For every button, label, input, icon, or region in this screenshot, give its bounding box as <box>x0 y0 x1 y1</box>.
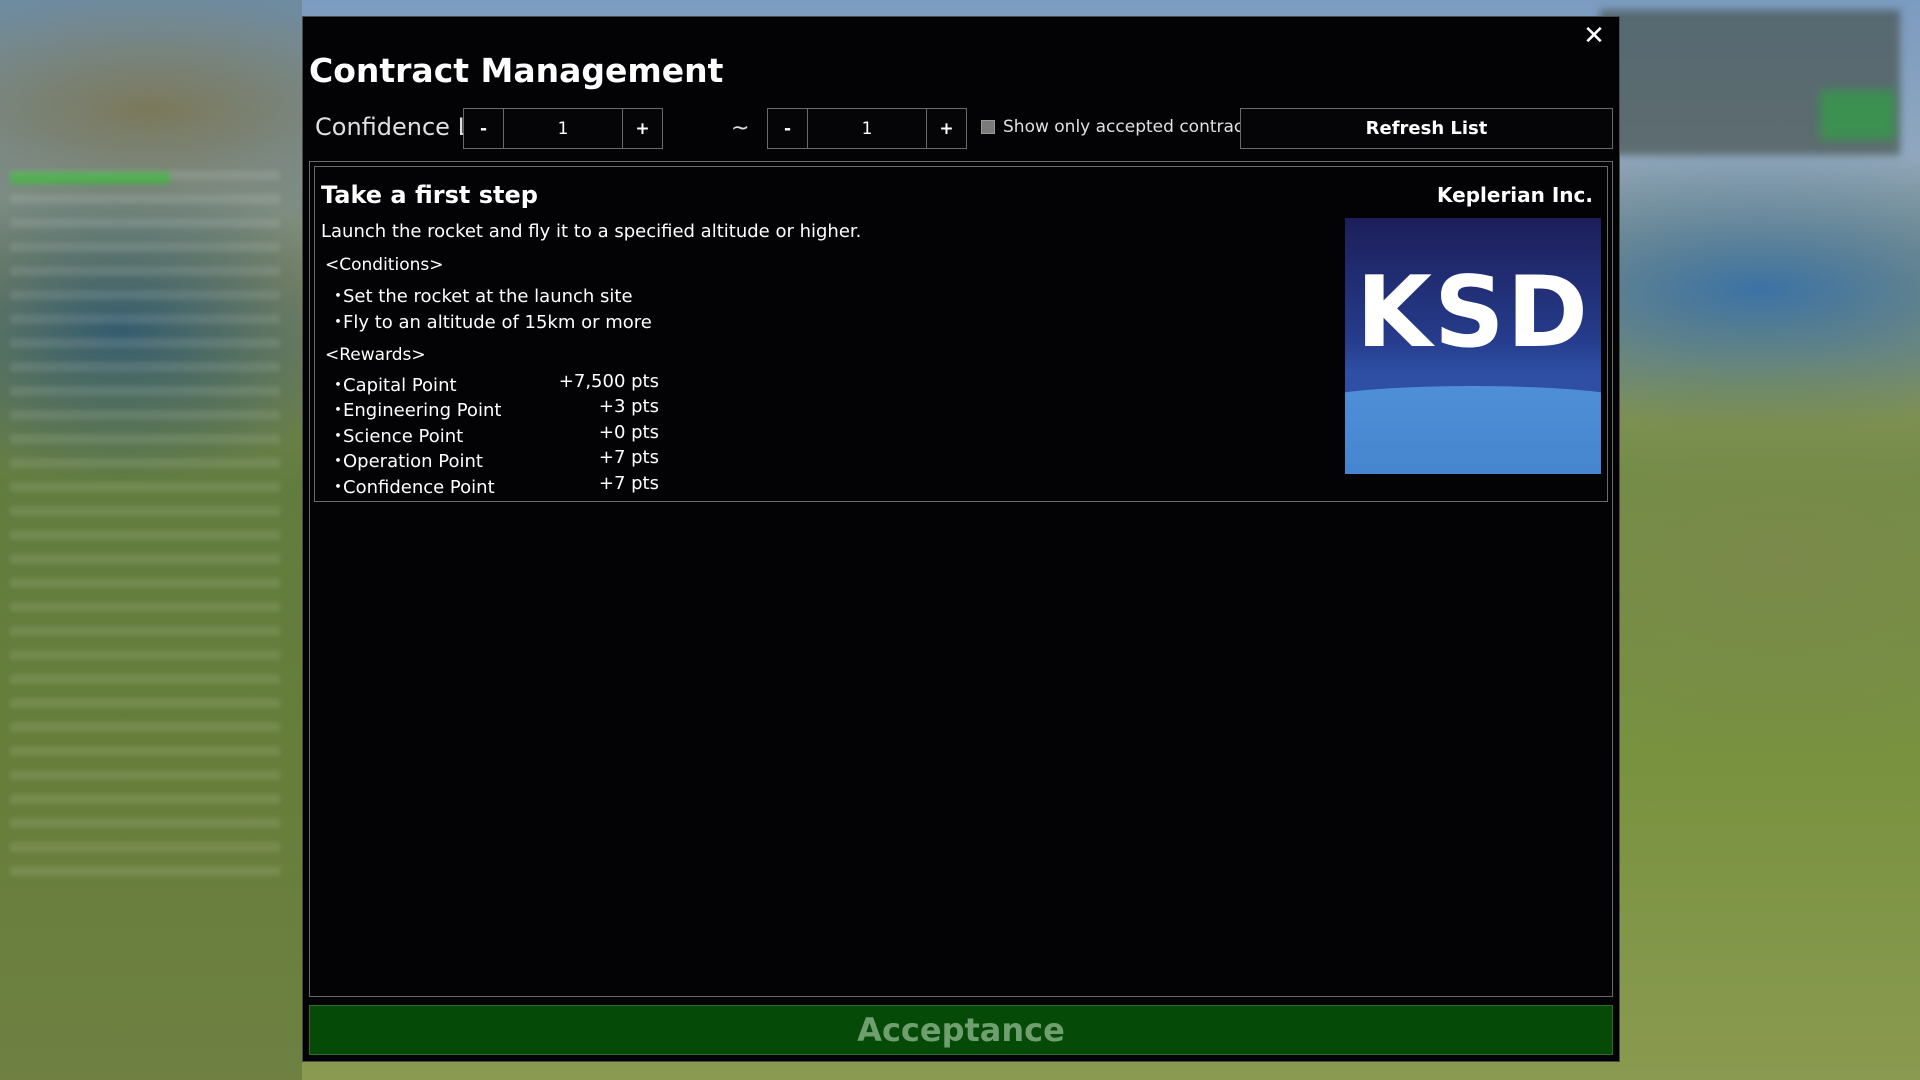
confidence-max-input[interactable]: 1 <box>807 109 927 148</box>
logo-planet-horizon <box>1345 386 1601 474</box>
confidence-max-decrement-button[interactable]: - <box>768 109 807 148</box>
condition-text: Fly to an altitude of 15km or more <box>343 312 652 333</box>
bullet-glyph: ・ <box>329 400 347 421</box>
contract-card[interactable]: Take a first step Keplerian Inc. Launch … <box>314 166 1608 502</box>
reward-name: Operation Point <box>343 451 483 472</box>
background-highlight <box>10 172 170 184</box>
contract-title: Take a first step <box>321 181 538 209</box>
company-logo: KSD <box>1345 218 1601 474</box>
condition-item: ・Fly to an altitude of 15km or more <box>329 308 652 334</box>
reward-item: ・Confidence Point <box>329 473 495 499</box>
bullet-glyph: ・ <box>329 477 347 498</box>
show-accepted-label: Show only accepted contracts <box>1003 117 1259 137</box>
range-separator: ~ <box>731 116 750 141</box>
confidence-min-increment-button[interactable]: + <box>623 109 662 148</box>
bullet-glyph: ・ <box>329 426 347 447</box>
contract-description: Launch the rocket and fly it to a specif… <box>321 221 862 242</box>
confidence-min-input[interactable]: 1 <box>503 109 623 148</box>
reward-item: ・Engineering Point <box>329 396 501 422</box>
background-info-indicator <box>1820 90 1895 140</box>
show-accepted-toggle[interactable]: Show only accepted contracts <box>981 117 1259 137</box>
refresh-list-button[interactable]: Refresh List <box>1240 108 1613 149</box>
reward-item: ・Operation Point <box>329 447 483 473</box>
confidence-min-decrement-button[interactable]: - <box>464 109 503 148</box>
logo-text: KSD <box>1356 256 1590 370</box>
bullet-glyph: ・ <box>329 312 347 333</box>
condition-item: ・Set the rocket at the launch site <box>329 282 633 308</box>
contract-company: Keplerian Inc. <box>1437 183 1593 207</box>
bullet-glyph: ・ <box>329 451 347 472</box>
confidence-min-stepper: - 1 + <box>463 108 663 149</box>
confidence-max-stepper: - 1 + <box>767 108 967 149</box>
bullet-glyph: ・ <box>329 286 347 307</box>
contract-list[interactable]: Take a first step Keplerian Inc. Launch … <box>309 161 1613 997</box>
reward-value: +7 pts <box>598 447 659 468</box>
reward-item: ・Capital Point <box>329 371 457 397</box>
conditions-header: <Conditions> <box>325 255 444 275</box>
close-icon[interactable]: ✕ <box>1581 23 1607 49</box>
background-blurred-list <box>10 170 280 890</box>
reward-value: +3 pts <box>598 396 659 417</box>
show-accepted-checkbox[interactable] <box>981 120 995 134</box>
reward-item: ・Science Point <box>329 422 463 448</box>
acceptance-button[interactable]: Acceptance <box>309 1005 1613 1055</box>
condition-text: Set the rocket at the launch site <box>343 286 633 307</box>
reward-value: +0 pts <box>598 422 659 443</box>
filter-toolbar: Confidence Level - 1 + ~ - 1 + Show only… <box>311 108 1613 149</box>
reward-value: +7 pts <box>598 473 659 494</box>
reward-name: Confidence Point <box>343 477 495 498</box>
reward-name: Science Point <box>343 426 464 447</box>
contract-management-dialog: ✕ Contract Management Confidence Level -… <box>302 16 1620 1062</box>
bullet-glyph: ・ <box>329 375 347 396</box>
reward-value: +7,500 pts <box>558 371 659 392</box>
reward-name: Engineering Point <box>343 400 502 421</box>
dialog-title: Contract Management <box>309 51 724 90</box>
reward-name: Capital Point <box>343 375 457 396</box>
confidence-max-increment-button[interactable]: + <box>927 109 966 148</box>
rewards-header: <Rewards> <box>325 345 426 365</box>
